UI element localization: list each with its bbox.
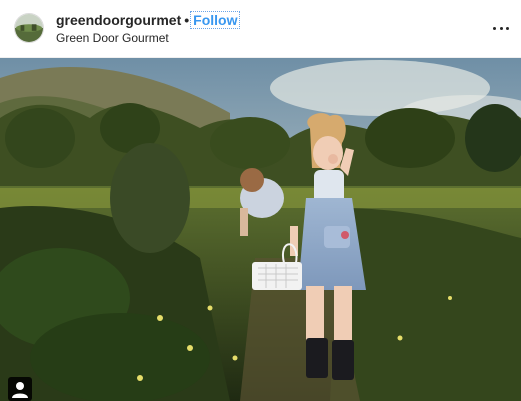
separator-dot: • (184, 12, 190, 28)
more-options-icon[interactable] (493, 21, 509, 35)
profile-avatar[interactable] (14, 13, 44, 43)
person-icon (12, 382, 28, 398)
post-header: greendoorgourmet • Follow Green Door Gourm… (0, 0, 521, 58)
username-link[interactable]: greendoorgourmet (56, 12, 181, 28)
tagged-people-icon[interactable] (8, 377, 32, 401)
photo-scene (0, 58, 521, 401)
post-photo[interactable] (0, 58, 521, 401)
follow-button[interactable]: Follow (190, 11, 241, 29)
more-dot (499, 26, 503, 30)
more-dot (493, 26, 496, 30)
avatar-image (15, 14, 43, 42)
location-link[interactable]: Green Door Gourmet (56, 31, 169, 45)
user-row: greendoorgourmet • Follow (56, 11, 241, 30)
more-dot (506, 26, 509, 30)
instagram-post: greendoorgourmet • Follow Green Door Gourm… (0, 0, 521, 401)
